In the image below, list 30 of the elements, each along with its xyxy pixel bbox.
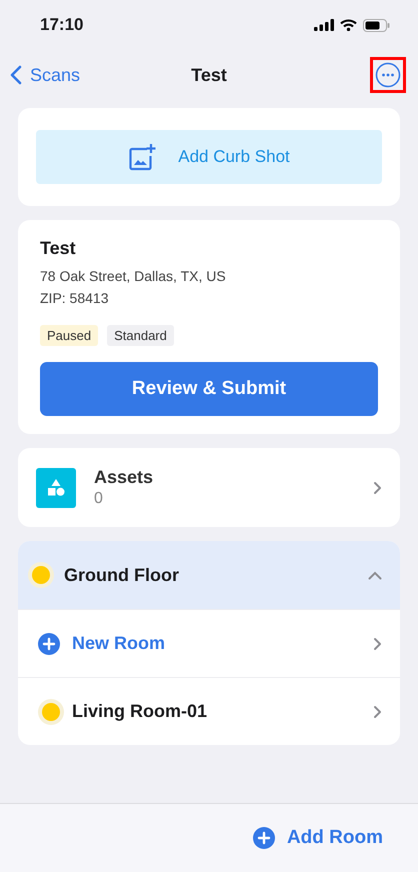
screen-title: Test xyxy=(191,64,227,86)
signal-icon xyxy=(314,19,334,31)
address-text: 78 Oak Street, Dallas, TX, US xyxy=(40,267,227,286)
assets-label: Assets xyxy=(94,467,154,488)
battery-icon xyxy=(363,18,390,32)
chevron-right-icon xyxy=(372,480,382,494)
wifi-icon xyxy=(340,19,357,31)
assets-count: 0 xyxy=(94,490,104,508)
back-button[interactable]: Scans xyxy=(10,64,80,86)
add-image-icon xyxy=(128,143,156,171)
new-room-row[interactable]: New Room xyxy=(18,609,400,677)
review-submit-button[interactable]: Review & Submit xyxy=(40,362,378,416)
zip-text: ZIP: 58413 xyxy=(40,289,110,308)
status-time: 17:10 xyxy=(40,15,84,35)
chevron-right-icon xyxy=(372,636,382,650)
back-chevron-icon xyxy=(10,65,22,85)
scan-name: Test xyxy=(40,238,77,259)
assets-row[interactable]: Assets 0 xyxy=(18,448,400,527)
add-room-button[interactable]: Add Room xyxy=(252,827,383,849)
add-icon xyxy=(252,827,275,849)
add-icon xyxy=(38,632,60,654)
floor-header[interactable]: Ground Floor xyxy=(18,541,400,609)
more-button[interactable] xyxy=(370,57,406,93)
add-curb-shot-button[interactable]: Add Curb Shot xyxy=(36,130,382,184)
shapes-icon xyxy=(36,468,76,508)
room-row[interactable]: Living Room-01 xyxy=(18,677,400,745)
status-tag: Paused xyxy=(40,325,98,346)
more-icon xyxy=(375,62,401,88)
chevron-right-icon xyxy=(372,704,382,718)
status-tag: Standard xyxy=(107,325,174,346)
